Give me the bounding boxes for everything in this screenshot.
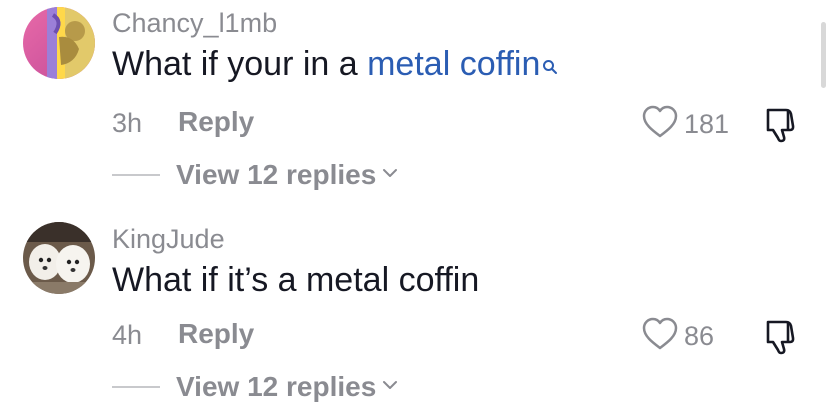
like-button[interactable]: 86 (642, 316, 714, 356)
heart-outline-icon[interactable] (642, 105, 678, 144)
comment-time: 3h (112, 108, 143, 138)
avatar-image (23, 222, 95, 294)
chevron-down-icon[interactable] (382, 166, 398, 184)
avatar[interactable] (23, 7, 95, 79)
reply-button[interactable]: Reply (178, 318, 254, 350)
view-replies-label[interactable]: View 12 replies (176, 159, 376, 191)
view-replies-button[interactable]: View 12 replies (112, 155, 398, 195)
thumbs-down-icon[interactable] (764, 108, 800, 148)
comment-username[interactable]: Chancy_l1mb (112, 8, 277, 39)
comment-username[interactable]: KingJude (112, 224, 225, 255)
comment-item: KingJude What if it’s a metal coffin 4h … (0, 212, 828, 404)
avatar-image (23, 7, 95, 79)
search-link-text[interactable]: metal coffin (367, 45, 540, 83)
dislike-button[interactable] (764, 316, 800, 356)
view-replies-label[interactable]: View 12 replies (176, 371, 376, 403)
dislike-button[interactable] (764, 104, 800, 144)
divider-line (112, 386, 160, 388)
avatar[interactable] (23, 222, 95, 294)
search-link[interactable]: metal coffin (367, 45, 558, 83)
like-count: 86 (684, 320, 715, 351)
reply-button[interactable]: Reply (178, 106, 254, 138)
heart-outline-icon[interactable] (642, 317, 678, 356)
comment-text: What if your in a metal coffin (112, 45, 558, 84)
chevron-down-icon[interactable] (382, 378, 398, 396)
search-icon (542, 45, 558, 84)
view-replies-button[interactable]: View 12 replies (112, 367, 398, 407)
comment-text: What if it’s a metal coffin (112, 261, 480, 299)
thumbs-down-icon[interactable] (764, 320, 800, 360)
comment-item: Chancy_l1mb What if your in a metal coff… (0, 0, 828, 212)
comment-text-prefix: What if your in a (112, 45, 368, 83)
comment-time: 4h (112, 320, 143, 350)
divider-line (112, 174, 160, 176)
like-button[interactable]: 181 (642, 104, 729, 144)
like-count: 181 (684, 108, 730, 139)
